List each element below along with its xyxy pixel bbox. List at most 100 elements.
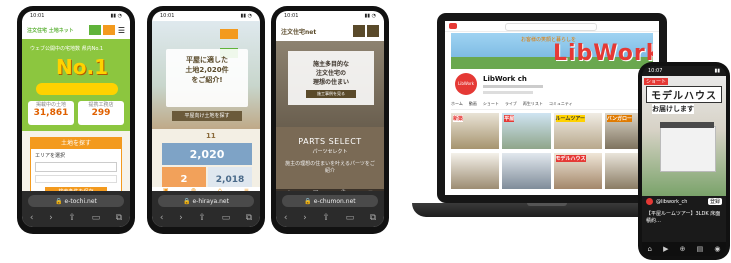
hero-button[interactable]: 平屋向け土地を探す	[172, 111, 242, 121]
site-logo[interactable]: 注文住宅 土地ネット	[27, 27, 74, 34]
url-bar[interactable]: 🔒 e-tochi.net	[28, 195, 124, 207]
phone-screen: 10:01 ▮▮ ◔ 注文住宅 土地ネット ☰ ウェブ公開中の宅地数 県内No.1…	[22, 11, 130, 227]
status-bar: 10:07 ▮▮	[642, 66, 726, 76]
hero-card: 平屋に適した 土地2,020件 をご紹介!	[166, 49, 248, 107]
add-icon[interactable]: ⊕	[680, 245, 686, 253]
hero-headline: No.1	[56, 55, 108, 79]
shorts-badge: ショート	[644, 78, 669, 85]
url-text: e-hiraya.net	[192, 197, 229, 205]
short-video[interactable]: モデルハウス お届けします ショート	[642, 76, 726, 196]
channel-handle[interactable]: @libwork_ch	[656, 199, 687, 205]
subscriptions-icon[interactable]: ▤	[697, 245, 704, 253]
video-thumbnail[interactable]: モデルハウス	[553, 153, 602, 189]
parts-subtitle: パーツセレクト	[312, 149, 348, 155]
hero-line-1: 平屋に適した	[186, 56, 228, 64]
url-bar[interactable]: 🔒 e-chumon.net	[282, 195, 378, 207]
area-select-2[interactable]	[35, 175, 117, 183]
stat-sub-1-value: 2	[180, 174, 188, 185]
channel-avatar[interactable]: LibWork	[455, 73, 477, 95]
status-time: 10:01	[30, 13, 45, 19]
signal-icon: ▮▮ ◔	[364, 13, 376, 19]
header-icon-1[interactable]	[353, 25, 365, 37]
video-thumbnail[interactable]: 新築	[451, 113, 500, 149]
lock-icon: 🔒	[55, 197, 63, 205]
status-time: 10:07	[648, 68, 663, 74]
browser-bar: 🔒 e-tochi.net ‹ › ⇪ ▭ ⧉	[22, 191, 130, 227]
browser-nav: ‹ › ⇪ ▭ ⧉	[276, 213, 384, 223]
share-icon[interactable]: ⇪	[322, 213, 330, 223]
tabs-icon[interactable]: ⧉	[246, 213, 252, 223]
youtube-logo-icon[interactable]	[449, 23, 457, 29]
forward-icon[interactable]: ›	[303, 213, 307, 223]
forward-icon[interactable]: ›	[179, 213, 183, 223]
status-time: 10:01	[160, 13, 175, 19]
stat-sub-2-value: 2,018	[215, 175, 245, 185]
area-label: エリアを選択	[35, 153, 66, 159]
area-select[interactable]	[35, 162, 117, 172]
video-row-2: モデルハウス	[451, 153, 653, 189]
bookmarks-icon[interactable]: ▭	[346, 213, 355, 223]
hamburger-icon[interactable]: ☰	[118, 26, 125, 35]
tab-shorts[interactable]: ショート	[483, 101, 499, 109]
video-subtitle: お届けします	[652, 104, 694, 114]
home-icon[interactable]: ⌂	[648, 245, 652, 253]
thumbnail-label: 平屋	[504, 115, 515, 122]
channel-avatar[interactable]	[646, 198, 653, 205]
shorts-icon[interactable]: ▶	[663, 245, 668, 253]
browser-bar: 🔒 e-hiraya.net ‹ › ⇪ ▭ ⧉	[152, 191, 260, 227]
header-icon-orange[interactable]	[102, 25, 115, 35]
stat-card-1: 掲載中の土地 31,861	[28, 101, 74, 125]
url-bar[interactable]: 🔒 e-hiraya.net	[158, 195, 254, 207]
share-icon[interactable]: ⇪	[198, 213, 206, 223]
house-image	[660, 126, 716, 172]
site-logo[interactable]: 注文住宅net	[281, 27, 316, 36]
channel-meta	[483, 85, 543, 88]
bookmarks-icon[interactable]: ▭	[92, 213, 101, 223]
stat-label: 掲載中の土地	[35, 102, 66, 108]
video-thumbnail[interactable]	[502, 153, 551, 189]
library-icon[interactable]: ◉	[714, 245, 720, 253]
tab-home[interactable]: ホーム	[451, 101, 463, 109]
url-text: e-tochi.net	[64, 197, 97, 205]
hero-button[interactable]: 施工事例を見る	[306, 90, 356, 98]
channel-name: LibWork ch	[483, 75, 527, 83]
youtube-bottom-nav: ⌂ ▶ ⊕ ▤ ◉	[642, 242, 726, 256]
laptop-screen: お客様の笑顔と暮らしを LibWork LibWork LibWork ch ホ…	[445, 21, 659, 195]
signal-icon: ▮▮ ◔	[110, 13, 122, 19]
bookmarks-icon[interactable]: ▭	[222, 213, 231, 223]
laptop-lid: お客様の笑顔と暮らしを LibWork LibWork LibWork ch ホ…	[437, 13, 667, 203]
parts-description: 施主の理想の住まいを叶えるパーツをご紹介	[285, 161, 375, 174]
video-thumbnail[interactable]: ルームツアー	[553, 113, 602, 149]
status-bar: 10:01 ▮▮ ◔	[152, 11, 260, 21]
channel-tabs: ホーム 動画 ショート ライブ 再生リスト コミュニティ	[451, 101, 653, 110]
video-row-1: 新築 平屋 ルームツアー バンガロー	[451, 113, 653, 149]
stat-card-2: 提携工務店 299	[78, 101, 124, 125]
tabs-icon[interactable]: ⧉	[370, 213, 376, 223]
subscribe-button[interactable]: 登録	[707, 198, 722, 205]
stat-value: 299	[91, 108, 111, 118]
header-icon-2[interactable]	[367, 25, 379, 37]
tab-live[interactable]: ライブ	[505, 101, 517, 109]
tab-community[interactable]: コミュニティ	[549, 101, 573, 109]
hero-banner	[36, 83, 118, 95]
stat-label: 提携工務店	[88, 102, 114, 108]
status-bar: 10:01 ▮▮ ◔	[276, 11, 384, 21]
back-icon[interactable]: ‹	[160, 213, 164, 223]
stat-value: 31,861	[33, 108, 69, 118]
tabs-icon[interactable]: ⧉	[116, 213, 122, 223]
tab-playlists[interactable]: 再生リスト	[523, 101, 543, 109]
hero-line-2: 注文住宅の	[315, 70, 346, 77]
share-icon[interactable]: ⇪	[68, 213, 76, 223]
back-icon[interactable]: ‹	[30, 213, 34, 223]
forward-icon[interactable]: ›	[49, 213, 53, 223]
video-thumbnail[interactable]: 平屋	[502, 113, 551, 149]
phone-e-hiraya: 10:01 ▮▮ ◔ 平屋に適した 土地2,020件 をご紹介! 平屋向け土地を探…	[147, 6, 265, 234]
tab-videos[interactable]: 動画	[469, 101, 477, 109]
header-button-orange[interactable]	[220, 29, 238, 39]
video-thumbnail[interactable]	[451, 153, 500, 189]
phone-e-chumon: 10:01 ▮▮ ◔ 注文住宅net 施主多目的な 注文住宅の 理想の住まい 施工…	[271, 6, 389, 234]
back-icon[interactable]: ‹	[284, 213, 288, 223]
search-input[interactable]	[505, 23, 597, 31]
status-bar: 10:01 ▮▮ ◔	[22, 11, 130, 21]
header-icon-green[interactable]	[88, 25, 101, 35]
